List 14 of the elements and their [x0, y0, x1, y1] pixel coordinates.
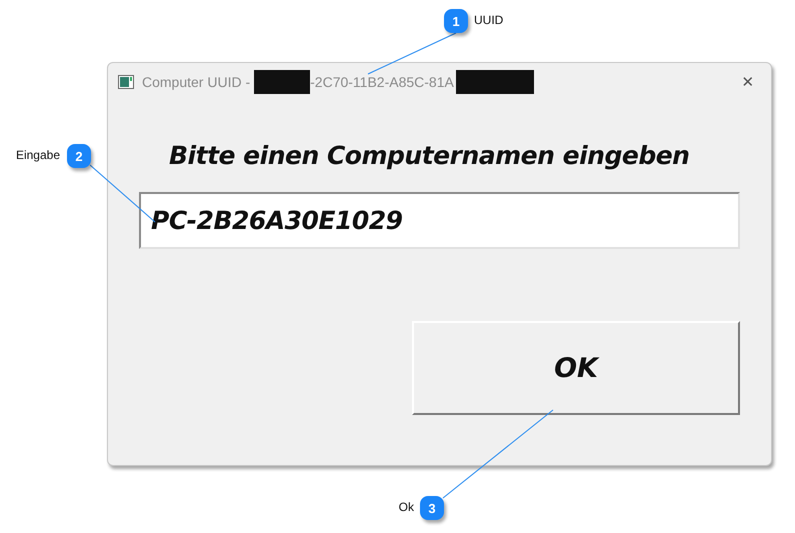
window-title: Computer UUID -	[142, 74, 250, 90]
close-button[interactable]: ✕	[725, 63, 771, 101]
window-title: -2C70-11B2-A85C-81A	[310, 74, 454, 90]
window-icon	[118, 75, 134, 89]
callout-label: Eingabe	[16, 148, 60, 162]
prompt-label: Bitte einen Computernamen eingeben	[169, 141, 690, 170]
callout-badge: 1	[444, 9, 468, 33]
callout-label: UUID	[474, 13, 504, 27]
redaction-mark	[254, 70, 310, 94]
input-field[interactable]: PC-2B26A30E1029	[139, 192, 740, 249]
ok-button[interactable]: OK	[412, 321, 740, 415]
callout-badge: 3	[420, 496, 444, 520]
callout-badge: 2	[67, 144, 91, 168]
callout-label: Ok	[398, 500, 414, 514]
